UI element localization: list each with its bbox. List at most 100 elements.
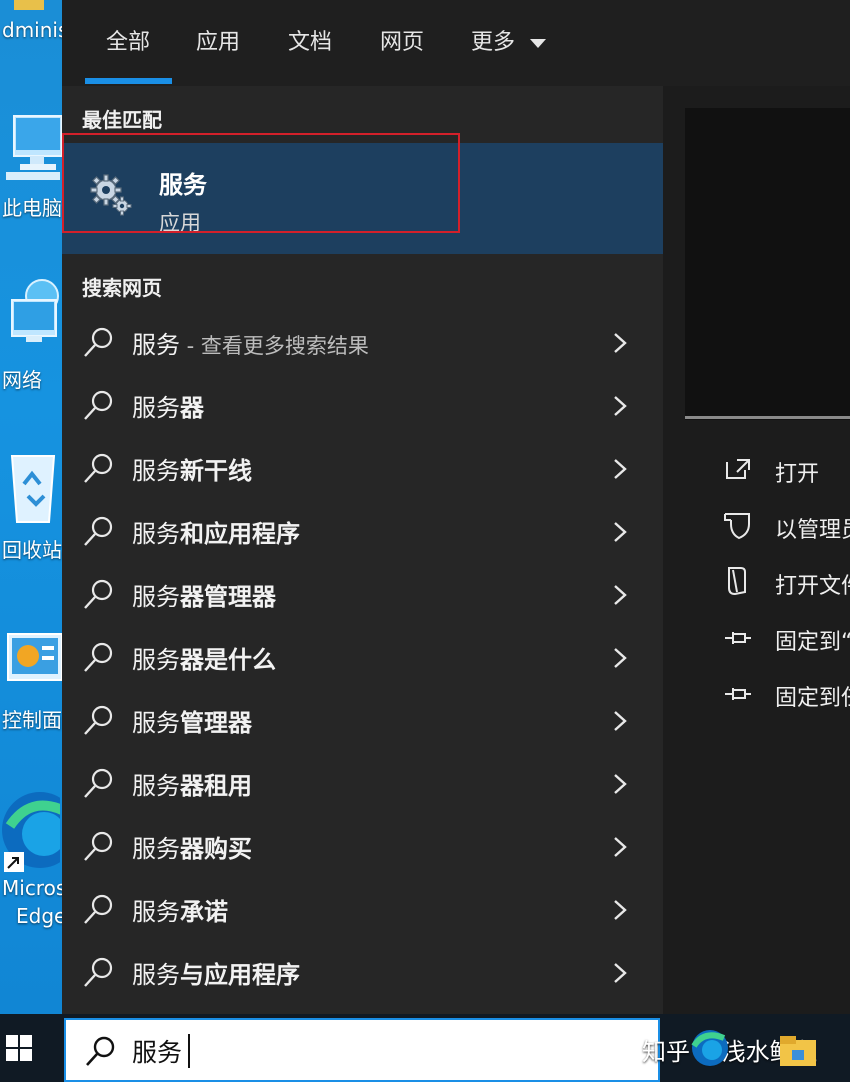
query-part: 服务 — [132, 331, 180, 359]
query-part: 服务 — [132, 457, 180, 485]
web-search-item[interactable]: 服务器购买 — [62, 815, 663, 878]
search-icon — [84, 642, 113, 672]
desktop-icon-label: dminis — [2, 18, 62, 42]
query-part: 服务 — [132, 835, 180, 863]
search-input[interactable] — [130, 1030, 634, 1072]
edge-taskbar-icon[interactable] — [690, 1028, 730, 1068]
taskbar: 知乎 @浅水鲤鱼 — [0, 1014, 850, 1082]
pin-icon — [725, 688, 751, 700]
web-search-item[interactable]: 服务管理器 — [62, 689, 663, 752]
web-search-item[interactable]: 服务器租用 — [62, 752, 663, 815]
pin-icon — [725, 632, 751, 644]
web-search-heading: 搜索网页 — [82, 276, 162, 300]
web-search-item[interactable]: 服务与应用程序 — [62, 941, 663, 1004]
chevron-right-icon — [614, 396, 627, 416]
search-panel: 全部 应用 文档 网页 更多 最佳匹配 服务 应用 搜索网页 服务 - 查看更多… — [62, 0, 850, 1014]
suggestion-part: 器 — [180, 394, 204, 422]
action-label: 以管理员 — [775, 518, 850, 543]
web-search-text: 服务和应用程序 — [132, 514, 300, 549]
chevron-right-icon — [614, 648, 627, 668]
chevron-right-icon — [614, 333, 627, 353]
chevron-right-icon — [614, 585, 627, 605]
web-search-text: 服务器是什么 — [132, 640, 276, 675]
taskbar-search-box[interactable] — [64, 1018, 660, 1082]
query-part: 服务 — [132, 394, 180, 422]
desktop-icon-label: Micros — [2, 876, 62, 900]
web-search-item[interactable]: 服务器是什么 — [62, 626, 663, 689]
suggestion-part: 器购买 — [180, 835, 252, 863]
results-list: 最佳匹配 服务 应用 搜索网页 服务 - 查看更多搜索结果 服务器 服务新干线 … — [62, 86, 663, 1014]
tab-documents[interactable]: 文档 — [288, 24, 332, 56]
web-search-text: 服务器购买 — [132, 829, 252, 864]
best-match-heading: 最佳匹配 — [82, 108, 162, 132]
start-button[interactable] — [0, 1014, 62, 1082]
file-explorer-taskbar-icon[interactable] — [778, 1034, 818, 1070]
action-label: 打开文件 — [775, 574, 850, 599]
preview-divider — [685, 416, 850, 419]
web-search-item[interactable]: 服务承诺 — [62, 878, 663, 941]
chevron-right-icon — [614, 522, 627, 542]
chevron-right-icon — [614, 963, 627, 983]
web-search-item[interactable]: 服务新干线 — [62, 437, 663, 500]
desktop-icon-label: Edge — [16, 904, 62, 928]
tab-more-label: 更多 — [471, 30, 516, 55]
chevron-right-icon — [614, 711, 627, 731]
query-part: 服务 — [132, 583, 180, 611]
web-search-item[interactable]: 服务和应用程序 — [62, 500, 663, 563]
tab-web[interactable]: 网页 — [380, 24, 424, 56]
control-panel-icon — [7, 633, 62, 681]
action-pin-to-start[interactable]: 固定到“ — [723, 620, 850, 660]
shield-icon — [724, 513, 750, 540]
tab-apps[interactable]: 应用 — [196, 24, 240, 56]
desktop-icon-label: 网络 — [2, 368, 42, 392]
web-search-item[interactable]: 服务器管理器 — [62, 563, 663, 626]
action-open-file-location[interactable]: 打开文件 — [723, 564, 850, 604]
web-search-item[interactable]: 服务器 — [62, 374, 663, 437]
action-run-as-admin[interactable]: 以管理员 — [723, 508, 850, 548]
chevron-right-icon — [614, 900, 627, 920]
search-icon — [84, 516, 113, 546]
open-icon — [726, 459, 750, 479]
desktop-icon-label: 此电脑 — [2, 196, 62, 220]
recycle-bin-icon — [10, 455, 56, 523]
web-search-text: 服务器租用 — [132, 766, 252, 801]
query-part: 服务 — [132, 646, 180, 674]
chevron-right-icon — [614, 774, 627, 794]
tab-more[interactable]: 更多 — [471, 24, 548, 56]
active-tab-indicator — [85, 78, 172, 84]
query-part: 服务 — [132, 898, 180, 926]
web-search-text: 服务 - 查看更多搜索结果 — [132, 325, 369, 360]
search-icon — [84, 579, 113, 609]
text-caret — [188, 1034, 190, 1068]
query-part: 服务 — [132, 520, 180, 548]
web-search-text: 服务器 — [132, 388, 204, 423]
chevron-down-icon — [530, 39, 547, 48]
tab-all[interactable]: 全部 — [106, 24, 150, 56]
action-open[interactable]: 打开 — [723, 452, 850, 492]
desktop-icon-label: 控制面 — [2, 708, 62, 732]
chevron-right-icon — [614, 837, 627, 857]
app-preview — [685, 108, 850, 420]
suggestion-part: 器是什么 — [180, 646, 276, 674]
suggestion-part: 新干线 — [180, 457, 252, 485]
web-search-text: 服务承诺 — [132, 892, 228, 927]
suggestion-part: 器租用 — [180, 772, 252, 800]
highlight-outline — [62, 133, 460, 233]
more-results-hint: - 查看更多搜索结果 — [180, 334, 369, 358]
suggestion-part: 和应用程序 — [180, 520, 300, 548]
web-search-item[interactable]: 服务 - 查看更多搜索结果 — [62, 311, 663, 374]
search-icon — [86, 1036, 115, 1066]
search-icon — [84, 768, 113, 798]
search-icon — [84, 957, 113, 987]
suggestion-part: 与应用程序 — [180, 961, 300, 989]
search-icon — [84, 831, 113, 861]
action-label: 固定到“ — [775, 630, 850, 655]
action-label: 固定到任 — [775, 686, 850, 711]
search-icon — [84, 327, 113, 357]
query-part: 服务 — [132, 772, 180, 800]
search-icon — [84, 705, 113, 735]
suggestion-part: 管理器 — [180, 709, 252, 737]
action-pin-to-taskbar[interactable]: 固定到任 — [723, 676, 850, 716]
chevron-right-icon — [614, 459, 627, 479]
windows-logo-icon — [6, 1035, 32, 1061]
